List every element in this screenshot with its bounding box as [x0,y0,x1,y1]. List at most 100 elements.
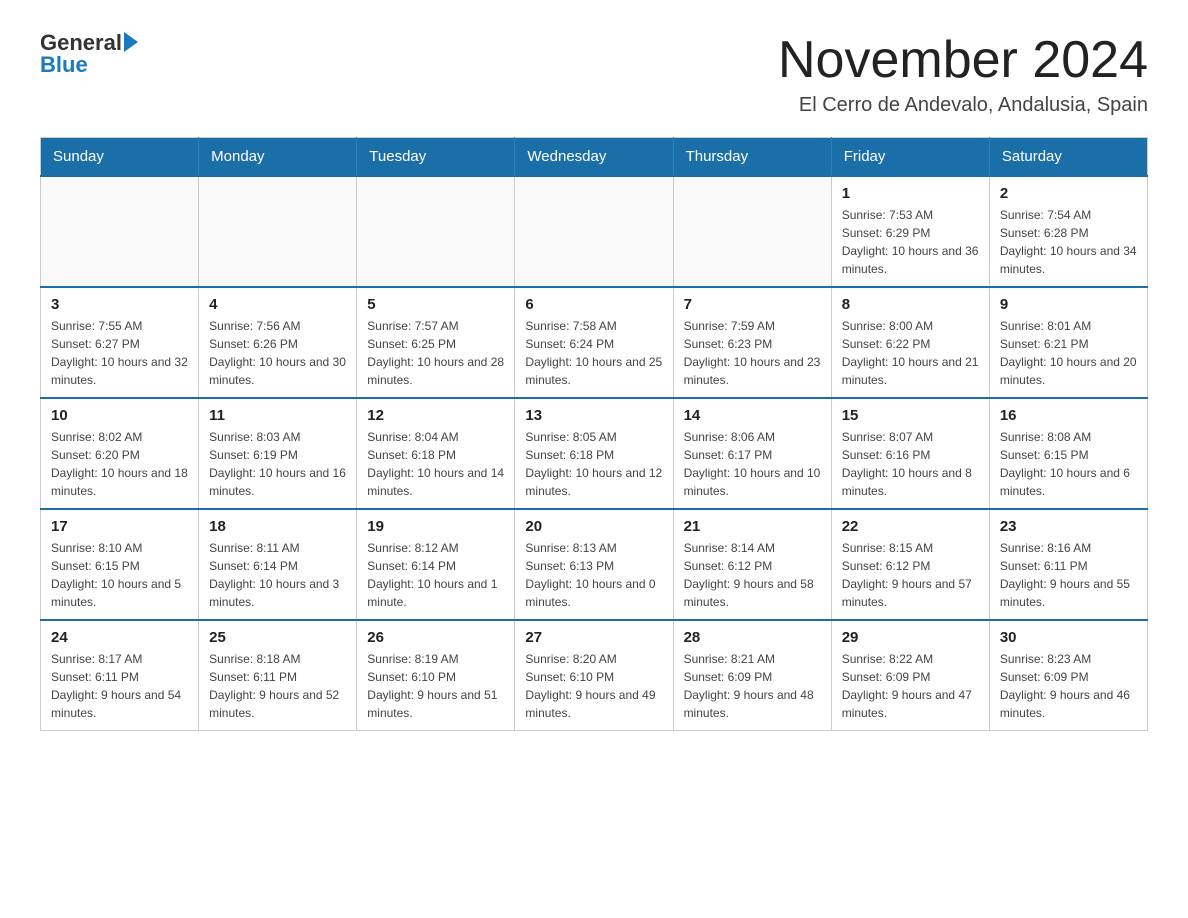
calendar-cell: 16Sunrise: 8:08 AM Sunset: 6:15 PM Dayli… [989,398,1147,509]
day-info: Sunrise: 7:59 AM Sunset: 6:23 PM Dayligh… [684,317,821,389]
day-number: 6 [525,296,662,313]
day-info: Sunrise: 7:56 AM Sunset: 6:26 PM Dayligh… [209,317,346,389]
day-info: Sunrise: 8:06 AM Sunset: 6:17 PM Dayligh… [684,428,821,500]
day-info: Sunrise: 7:54 AM Sunset: 6:28 PM Dayligh… [1000,206,1137,278]
day-info: Sunrise: 8:11 AM Sunset: 6:14 PM Dayligh… [209,539,346,611]
day-number: 21 [684,518,821,535]
calendar-cell [357,176,515,287]
day-info: Sunrise: 8:14 AM Sunset: 6:12 PM Dayligh… [684,539,821,611]
calendar-cell: 10 Sunrise: 8:02 AM Sunset: 6:20 PM Dayli… [41,398,199,509]
day-number: 14 [684,407,821,424]
calendar-week-row: 17 Sunrise: 8:10 AM Sunset: 6:15 PM Dayli… [41,509,1148,620]
day-info: Sunrise: 7:57 AM Sunset: 6:25 PM Dayligh… [367,317,504,389]
calendar-cell: 12 Sunrise: 8:04 AM Sunset: 6:18 PM Dayli… [357,398,515,509]
day-info: Sunrise: 8:03 AM Sunset: 6:19 PM Dayligh… [209,428,346,500]
day-number: 22 [842,518,979,535]
calendar-cell [673,176,831,287]
main-title: November 2024 [778,30,1148,90]
calendar-week-row: 24 Sunrise: 8:17 AM Sunset: 6:11 PM Dayli… [41,620,1148,731]
calendar-cell: 22Sunrise: 8:15 AM Sunset: 6:12 PM Dayli… [831,509,989,620]
calendar-cell: 18Sunrise: 8:11 AM Sunset: 6:14 PM Dayli… [199,509,357,620]
day-number: 9 [1000,296,1137,313]
calendar-cell: 29 Sunrise: 8:22 AM Sunset: 6:09 PM Dayli… [831,620,989,731]
calendar-cell: 6Sunrise: 7:58 AM Sunset: 6:24 PM Daylig… [515,287,673,398]
calendar-table: SundayMondayTuesdayWednesdayThursdayFrid… [40,137,1148,731]
logo-blue-text: Blue [40,52,88,78]
calendar-cell: 30 Sunrise: 8:23 AM Sunset: 6:09 PM Dayli… [989,620,1147,731]
calendar-cell: 23 Sunrise: 8:16 AM Sunset: 6:11 PM Dayli… [989,509,1147,620]
day-info: Sunrise: 8:17 AM Sunset: 6:11 PM Dayligh… [51,650,188,722]
calendar-cell: 14 Sunrise: 8:06 AM Sunset: 6:17 PM Dayli… [673,398,831,509]
day-info: Sunrise: 8:23 AM Sunset: 6:09 PM Dayligh… [1000,650,1137,722]
day-number: 25 [209,629,346,646]
calendar-cell: 25Sunrise: 8:18 AM Sunset: 6:11 PM Dayli… [199,620,357,731]
calendar-cell: 13 Sunrise: 8:05 AM Sunset: 6:18 PM Dayli… [515,398,673,509]
day-info: Sunrise: 8:10 AM Sunset: 6:15 PM Dayligh… [51,539,188,611]
calendar-week-row: 3Sunrise: 7:55 AM Sunset: 6:27 PM Daylig… [41,287,1148,398]
logo: General Blue [40,30,138,78]
calendar-cell: 4Sunrise: 7:56 AM Sunset: 6:26 PM Daylig… [199,287,357,398]
day-info: Sunrise: 8:19 AM Sunset: 6:10 PM Dayligh… [367,650,504,722]
day-number: 15 [842,407,979,424]
day-number: 23 [1000,518,1137,535]
weekday-header-sunday: Sunday [41,138,199,177]
calendar-week-row: 1Sunrise: 7:53 AM Sunset: 6:29 PM Daylig… [41,176,1148,287]
calendar-cell: 27Sunrise: 8:20 AM Sunset: 6:10 PM Dayli… [515,620,673,731]
day-info: Sunrise: 8:02 AM Sunset: 6:20 PM Dayligh… [51,428,188,500]
day-info: Sunrise: 8:08 AM Sunset: 6:15 PM Dayligh… [1000,428,1137,500]
weekday-header-row: SundayMondayTuesdayWednesdayThursdayFrid… [41,138,1148,177]
day-info: Sunrise: 8:21 AM Sunset: 6:09 PM Dayligh… [684,650,821,722]
day-number: 20 [525,518,662,535]
day-info: Sunrise: 8:05 AM Sunset: 6:18 PM Dayligh… [525,428,662,500]
day-number: 24 [51,629,188,646]
day-info: Sunrise: 8:13 AM Sunset: 6:13 PM Dayligh… [525,539,662,611]
day-number: 12 [367,407,504,424]
page-header: General Blue November 2024 El Cerro de A… [40,30,1148,117]
day-info: Sunrise: 8:16 AM Sunset: 6:11 PM Dayligh… [1000,539,1137,611]
weekday-header-monday: Monday [199,138,357,177]
day-number: 29 [842,629,979,646]
day-number: 5 [367,296,504,313]
day-info: Sunrise: 8:12 AM Sunset: 6:14 PM Dayligh… [367,539,504,611]
subtitle: El Cerro de Andevalo, Andalusia, Spain [778,94,1148,117]
weekday-header-saturday: Saturday [989,138,1147,177]
weekday-header-wednesday: Wednesday [515,138,673,177]
calendar-cell: 5 Sunrise: 7:57 AM Sunset: 6:25 PM Daylig… [357,287,515,398]
day-number: 2 [1000,185,1137,202]
calendar-cell: 20 Sunrise: 8:13 AM Sunset: 6:13 PM Dayli… [515,509,673,620]
logo-arrow-icon [124,32,138,52]
day-number: 11 [209,407,346,424]
calendar-cell: 1Sunrise: 7:53 AM Sunset: 6:29 PM Daylig… [831,176,989,287]
day-info: Sunrise: 8:04 AM Sunset: 6:18 PM Dayligh… [367,428,504,500]
calendar-cell: 3Sunrise: 7:55 AM Sunset: 6:27 PM Daylig… [41,287,199,398]
calendar-cell: 11 Sunrise: 8:03 AM Sunset: 6:19 PM Dayli… [199,398,357,509]
calendar-cell: 7 Sunrise: 7:59 AM Sunset: 6:23 PM Daylig… [673,287,831,398]
weekday-header-friday: Friday [831,138,989,177]
day-info: Sunrise: 8:01 AM Sunset: 6:21 PM Dayligh… [1000,317,1137,389]
day-number: 26 [367,629,504,646]
calendar-cell: 8Sunrise: 8:00 AM Sunset: 6:22 PM Daylig… [831,287,989,398]
calendar-cell: 9 Sunrise: 8:01 AM Sunset: 6:21 PM Daylig… [989,287,1147,398]
day-info: Sunrise: 8:00 AM Sunset: 6:22 PM Dayligh… [842,317,979,389]
day-number: 13 [525,407,662,424]
calendar-cell: 28Sunrise: 8:21 AM Sunset: 6:09 PM Dayli… [673,620,831,731]
day-number: 19 [367,518,504,535]
weekday-header-tuesday: Tuesday [357,138,515,177]
calendar-cell [41,176,199,287]
calendar-cell [199,176,357,287]
day-info: Sunrise: 8:07 AM Sunset: 6:16 PM Dayligh… [842,428,979,500]
calendar-cell: 17 Sunrise: 8:10 AM Sunset: 6:15 PM Dayli… [41,509,199,620]
day-number: 17 [51,518,188,535]
day-number: 30 [1000,629,1137,646]
day-number: 10 [51,407,188,424]
calendar-cell [515,176,673,287]
day-number: 7 [684,296,821,313]
calendar-cell: 2 Sunrise: 7:54 AM Sunset: 6:28 PM Daylig… [989,176,1147,287]
calendar-cell: 21 Sunrise: 8:14 AM Sunset: 6:12 PM Dayli… [673,509,831,620]
calendar-cell: 19 Sunrise: 8:12 AM Sunset: 6:14 PM Dayli… [357,509,515,620]
day-info: Sunrise: 8:20 AM Sunset: 6:10 PM Dayligh… [525,650,662,722]
day-info: Sunrise: 8:22 AM Sunset: 6:09 PM Dayligh… [842,650,979,722]
day-number: 1 [842,185,979,202]
calendar-week-row: 10 Sunrise: 8:02 AM Sunset: 6:20 PM Dayli… [41,398,1148,509]
day-number: 3 [51,296,188,313]
